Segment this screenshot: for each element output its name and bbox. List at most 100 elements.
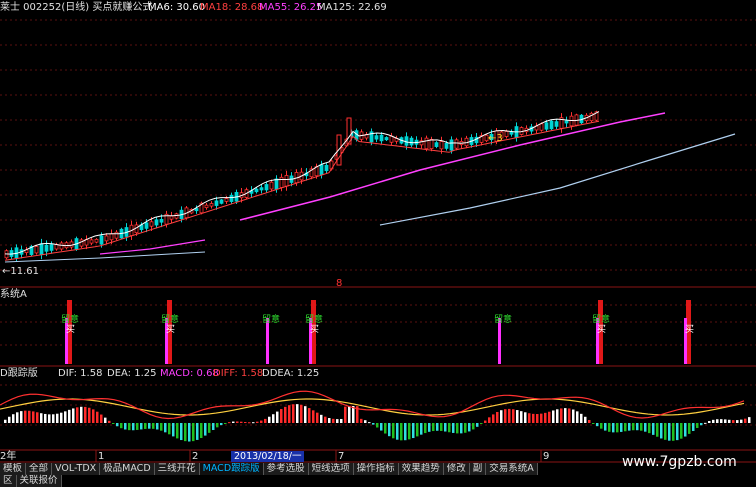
ma55-line-left (99, 239, 206, 255)
candle-body (224, 198, 229, 202)
candle-body (429, 138, 434, 150)
macd-bar (324, 416, 327, 423)
macd-bar (656, 423, 659, 437)
macd-bar (148, 423, 151, 429)
candle-body (379, 134, 384, 142)
macd-bar (384, 423, 387, 434)
macd-bar (72, 408, 75, 423)
macd-bar (736, 420, 739, 423)
macd-bar (316, 412, 319, 423)
macd-bar (4, 419, 7, 423)
buy-signal-label: 买 (685, 325, 695, 335)
macd-bar (620, 423, 623, 432)
macd-bar (364, 420, 367, 423)
macd-bar (68, 409, 71, 423)
tab-all[interactable]: 全部 (26, 463, 53, 475)
tab-region[interactable]: 区 (0, 475, 17, 487)
buy-signal-label: 买 (310, 325, 320, 335)
tab-linked-quotes[interactable]: 关联报价 (16, 475, 62, 487)
macd-bar (460, 423, 463, 434)
stock-chart-window: 莱士 002252(日线) 买点就赚公式 MA6: 30.60 MA18: 28… (0, 0, 756, 487)
candle-body (384, 137, 389, 141)
macd-bar (44, 413, 47, 423)
tab-reference-picks[interactable]: 参考选股 (263, 463, 309, 475)
macd-bar (204, 423, 207, 436)
candle-body (269, 181, 274, 190)
dif-readout: DIF: 1.58 (58, 368, 103, 379)
ma125-readout: MA125: 22.69 (317, 2, 387, 13)
macd-bar (520, 411, 523, 423)
macd-bar (340, 418, 343, 423)
macd-bar (580, 413, 583, 423)
macd-bar (616, 423, 619, 433)
candle-body (229, 194, 234, 202)
candle-body (49, 244, 54, 251)
tab-trading-system-a[interactable]: 交易系统A (486, 463, 538, 475)
macd-bar (396, 423, 399, 440)
tab-sub[interactable]: 副 (469, 463, 487, 475)
macd-bar (32, 411, 35, 423)
buy-signal-label: 买 (597, 325, 607, 335)
macd-bar (344, 406, 347, 423)
dea-line (0, 398, 745, 416)
tab-short-term[interactable]: 短线选项 (308, 463, 354, 475)
tab-templates[interactable]: 模板 (0, 463, 27, 475)
tab-three-lines[interactable]: 三线开花 (154, 463, 200, 475)
macd-bar (212, 423, 215, 431)
macd-bar (536, 414, 539, 423)
candle-body (219, 199, 224, 204)
candle-body (89, 239, 94, 244)
macd-bar (584, 416, 587, 423)
macd-bar (328, 418, 331, 423)
tab-vol-tdx[interactable]: VOL-TDX (52, 463, 101, 475)
macd-bar (528, 413, 531, 423)
bottom-tab-bar: 区 关联报价 (0, 475, 62, 487)
diff-readout: DIFF: 1.58 (213, 368, 264, 379)
macd-bar (124, 423, 127, 430)
macd-bar (60, 412, 63, 423)
tab-premium-macd[interactable]: 极品MACD (100, 463, 155, 475)
macd-bar (548, 411, 551, 423)
macd-bar (120, 423, 123, 429)
macd-bar (652, 423, 655, 435)
indicator-tab-bar: 模板 全部 VOL-TDX 极品MACD 三线开花 MACD跟踪版 参考选股 短… (0, 463, 612, 475)
macd-bar (740, 419, 743, 423)
stock-title: 莱士 002252(日线) 买点就赚公式 (0, 2, 153, 13)
axis-mark: 2 (192, 451, 199, 462)
macd-bar (588, 419, 591, 423)
tab-modify[interactable]: 修改 (443, 463, 470, 475)
tab-effect-trend[interactable]: 效果趋势 (398, 463, 444, 475)
candle-body (409, 137, 414, 146)
macd-bar (464, 423, 467, 433)
watch-signal-label: 留意 (262, 315, 281, 325)
macd-bar (600, 423, 603, 429)
macd-bar (436, 423, 439, 431)
candle-body (44, 244, 49, 252)
macd-bar (576, 411, 579, 423)
macd-bar (128, 423, 131, 431)
macd-bar (48, 414, 51, 423)
current-date-box: 2013/02/18/一 (231, 451, 305, 462)
macd-bar (172, 423, 175, 437)
buy-signal-label: 买 (166, 325, 176, 335)
ddea-readout: DDEA: 1.25 (262, 368, 320, 379)
macd-bar (308, 408, 311, 423)
macd-bar (468, 423, 471, 432)
axis-mark: 7 (338, 451, 345, 462)
macd-bar (260, 420, 263, 423)
macd-bar (16, 412, 19, 423)
tab-macd-tracking[interactable]: MACD跟踪版 (199, 463, 264, 475)
macd-bar (76, 407, 79, 423)
macd-bar (284, 406, 287, 423)
candle-body (284, 175, 289, 187)
macd-bar (560, 408, 563, 423)
macd-bar (612, 423, 615, 433)
candle-body (539, 123, 544, 131)
tab-operation-indicator[interactable]: 操作指标 (353, 463, 399, 475)
macd-bar (456, 423, 459, 434)
macd-bar (12, 414, 15, 423)
macd-bar (288, 405, 291, 423)
macd-bar (140, 423, 143, 430)
chart-canvas[interactable] (0, 0, 756, 463)
macd-bar (504, 409, 507, 423)
